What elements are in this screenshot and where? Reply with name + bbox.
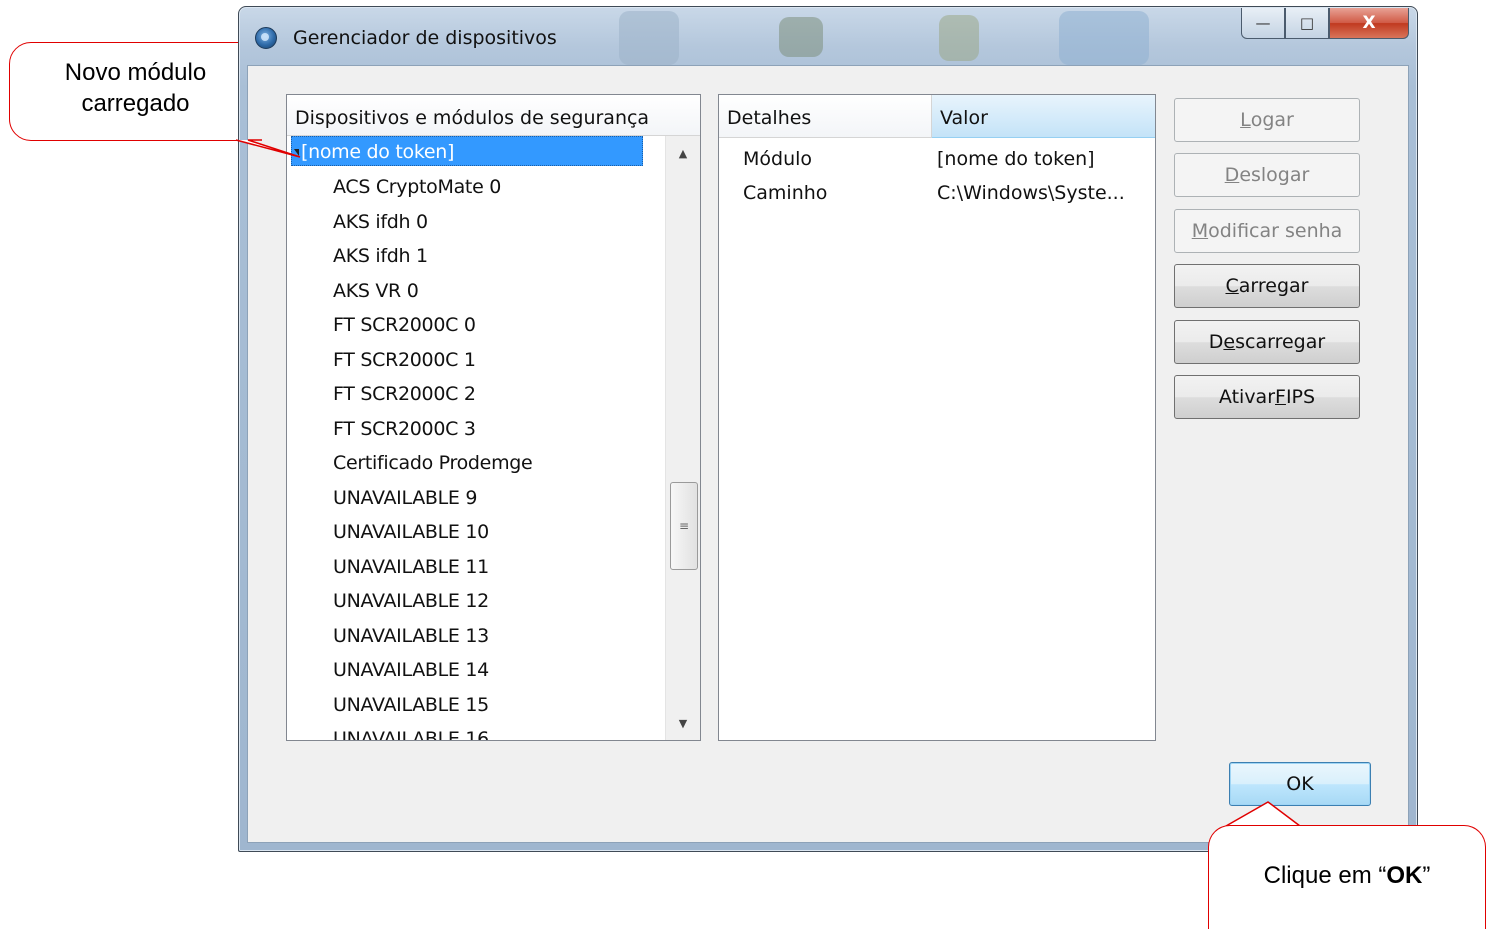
details-column-header[interactable]: Detalhes (719, 95, 932, 138)
close-button[interactable]: X (1329, 8, 1409, 39)
change-password-label-post: odificar senha (1208, 220, 1343, 242)
window-title: Gerenciador de dispositivos (293, 27, 557, 49)
grip-icon: ≡ (678, 519, 690, 533)
maximize-button[interactable]: □ (1285, 8, 1329, 39)
minimize-button[interactable]: — (1241, 8, 1285, 39)
details-panel: Detalhes Valor Módulo [nome do token] Ca… (718, 94, 1156, 741)
logout-button[interactable]: Deslogar (1174, 153, 1360, 197)
detail-key: Caminho (743, 182, 828, 204)
logout-accesskey: D (1224, 164, 1240, 186)
fips-accesskey: F (1275, 386, 1286, 408)
tree-root-label: [nome do token] (301, 141, 455, 163)
tree-item[interactable]: UNAVAILABLE 13 (287, 619, 665, 654)
scroll-up-arrow-icon[interactable]: ▲ (666, 136, 700, 170)
tree-item[interactable]: FT SCR2000C 2 (287, 377, 665, 412)
tree-item[interactable]: UNAVAILABLE 9 (287, 481, 665, 516)
tree-item[interactable]: AKS VR 0 (287, 274, 665, 309)
minimize-icon: — (1255, 14, 1271, 32)
expand-triangle-icon[interactable] (294, 149, 299, 156)
tree-item-root[interactable]: [nome do token] (287, 136, 665, 170)
callout-line-1: Novo módulo (64, 59, 207, 86)
ok-label: OK (1286, 773, 1314, 795)
tree-item[interactable]: UNAVAILABLE 14 (287, 653, 665, 688)
unload-accesskey: e (1223, 331, 1236, 353)
tree-item[interactable]: UNAVAILABLE 15 (287, 688, 665, 723)
callout-click-ok: Clique em “OK” (1208, 825, 1486, 929)
scroll-down-arrow-icon[interactable]: ▼ (666, 706, 700, 740)
callout-new-module-loaded: Novo módulo carregado (9, 42, 262, 141)
tree-header-label: Dispositivos e módulos de segurança (295, 107, 650, 129)
device-tree-list: [nome do token] ACS CryptoMate 0 AKS ifd… (287, 136, 665, 740)
value-header-label: Valor (940, 107, 988, 129)
login-label-post: ogar (1250, 109, 1294, 131)
tree-item[interactable]: FT SCR2000C 0 (287, 308, 665, 343)
callout-click-suffix: ” (1422, 862, 1431, 889)
tree-item[interactable]: FT SCR2000C 3 (287, 412, 665, 447)
tree-item[interactable]: UNAVAILABLE 11 (287, 550, 665, 585)
fips-label-pre: Ativar (1218, 386, 1276, 408)
unload-label-pre: D (1208, 331, 1224, 353)
dialog-client-area: Dispositivos e módulos de segurança [nom… (247, 65, 1409, 843)
scrollbar-thumb[interactable]: ≡ (670, 482, 698, 570)
detail-value: [nome do token] (937, 148, 1095, 170)
tree-item[interactable]: UNAVAILABLE 10 (287, 515, 665, 550)
tree-item[interactable]: AKS ifdh 0 (287, 205, 665, 240)
load-button[interactable]: Carregar (1174, 264, 1360, 308)
tree-item[interactable]: Certificado Prodemge (287, 446, 665, 481)
logout-label-post: eslogar (1239, 164, 1310, 186)
maximize-icon: □ (1299, 14, 1315, 32)
details-header-label: Detalhes (727, 107, 812, 129)
detail-value: C:\Windows\Syste... (937, 182, 1125, 204)
fips-label-post: IPS (1285, 386, 1316, 408)
load-label-post: arregar (1238, 275, 1309, 297)
change-password-button[interactable]: Modificar senha (1174, 209, 1360, 253)
load-accesskey: C (1225, 275, 1239, 297)
device-manager-window: Gerenciador de dispositivos — □ X Dispos… (238, 6, 1418, 852)
detail-row[interactable]: Módulo [nome do token] (719, 142, 1155, 176)
tree-root-selected[interactable]: [nome do token] (291, 136, 643, 166)
login-accesskey: L (1240, 109, 1251, 131)
tree-item[interactable]: UNAVAILABLE 12 (287, 584, 665, 619)
tree-item[interactable]: FT SCR2000C 1 (287, 343, 665, 378)
unload-label-post: scarregar (1235, 331, 1326, 353)
close-icon: X (1362, 13, 1376, 33)
tree-item[interactable]: ACS CryptoMate 0 (287, 170, 665, 205)
callout-line-2: carregado (81, 90, 190, 117)
callout-click-bold: OK (1386, 862, 1423, 889)
change-password-accesskey: M (1191, 220, 1209, 242)
device-tree-panel[interactable]: Dispositivos e módulos de segurança [nom… (286, 94, 701, 741)
caption-buttons: — □ X (1241, 8, 1409, 39)
callout-click-prefix: Clique em “ (1263, 862, 1387, 889)
app-icon (255, 27, 277, 49)
detail-key: Módulo (743, 148, 813, 170)
tree-item[interactable]: UNAVAILABLE 16 (287, 722, 665, 740)
value-column-header[interactable]: Valor (932, 95, 1155, 138)
tree-column-header[interactable]: Dispositivos e módulos de segurança (287, 95, 700, 136)
tree-scrollbar[interactable]: ▲ ≡ ▼ (665, 136, 700, 740)
login-button[interactable]: Logar (1174, 98, 1360, 142)
enable-fips-button[interactable]: Ativar F IPS (1174, 375, 1360, 419)
detail-row[interactable]: Caminho C:\Windows\Syste... (719, 176, 1155, 210)
unload-button[interactable]: De scarregar (1174, 320, 1360, 364)
ok-button[interactable]: OK (1229, 762, 1371, 806)
tree-item[interactable]: AKS ifdh 1 (287, 239, 665, 274)
